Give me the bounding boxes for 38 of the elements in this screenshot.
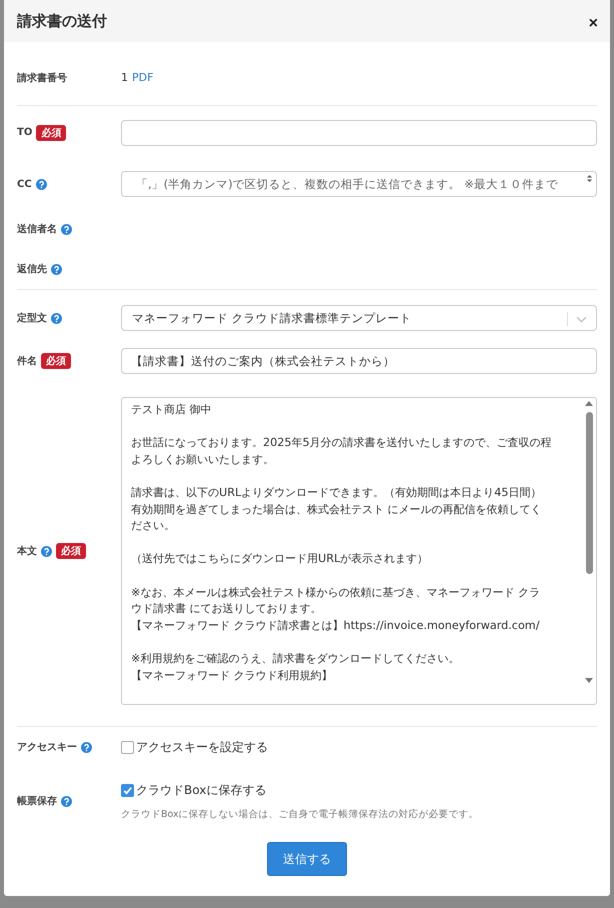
help-icon[interactable] bbox=[61, 224, 72, 234]
field-label: 帳票保存 bbox=[17, 794, 57, 808]
checkbox[interactable] bbox=[121, 784, 134, 796]
help-icon[interactable] bbox=[36, 178, 47, 190]
close-button[interactable]: × bbox=[588, 15, 598, 33]
required-badge: 必須 bbox=[56, 543, 86, 559]
help-icon[interactable] bbox=[51, 264, 62, 274]
checkbox-label[interactable]: アクセスキーを設定する bbox=[136, 738, 268, 756]
note-text: クラウドBoxに保存しない場合は、ご自身で電子帳簿保存法の対応が必要です。 bbox=[121, 808, 479, 820]
arrow-up-icon[interactable] bbox=[585, 401, 593, 406]
spinner-icon[interactable] bbox=[586, 174, 593, 183]
to-input[interactable] bbox=[121, 120, 597, 146]
checkbox-label[interactable]: クラウドBoxに保存する bbox=[136, 782, 266, 798]
field-label: 送信者名 bbox=[17, 222, 57, 236]
field-label: 件名 bbox=[17, 354, 37, 368]
help-icon[interactable] bbox=[81, 742, 92, 752]
checkbox[interactable] bbox=[121, 740, 134, 754]
cc-field[interactable]: 「,」(半角カンマ)で区切ると、複数の相手に送信できます。 ※最大１０件まで bbox=[121, 171, 597, 197]
help-icon[interactable] bbox=[51, 312, 62, 324]
field-label: 本文 bbox=[17, 544, 37, 558]
send-button[interactable]: 送信する bbox=[267, 842, 347, 876]
arrow-down-icon[interactable] bbox=[585, 678, 593, 683]
field-label: CC bbox=[17, 178, 32, 190]
required-badge: 必須 bbox=[41, 353, 71, 369]
required-badge: 必須 bbox=[36, 124, 66, 140]
subject-input[interactable]: 【請求書】送付のご案内（株式会社テストから） bbox=[121, 348, 597, 374]
field-label: 返信先 bbox=[17, 262, 47, 276]
invoice-number: 1 bbox=[121, 71, 128, 84]
chevron-icon[interactable] bbox=[576, 316, 587, 323]
help-icon[interactable] bbox=[41, 546, 52, 556]
pdf-link[interactable]: PDF bbox=[132, 71, 154, 84]
field-label: TO bbox=[17, 127, 32, 138]
field-label: アクセスキー bbox=[17, 741, 77, 754]
field-label: 請求書番号 bbox=[17, 72, 67, 84]
field-label: 定型文 bbox=[17, 311, 47, 325]
help-icon[interactable] bbox=[61, 796, 72, 806]
dialog-title: 請求書の送付 bbox=[17, 12, 107, 30]
template-select[interactable]: マネーフォワード クラウド請求書標準テンプレート bbox=[121, 305, 597, 331]
